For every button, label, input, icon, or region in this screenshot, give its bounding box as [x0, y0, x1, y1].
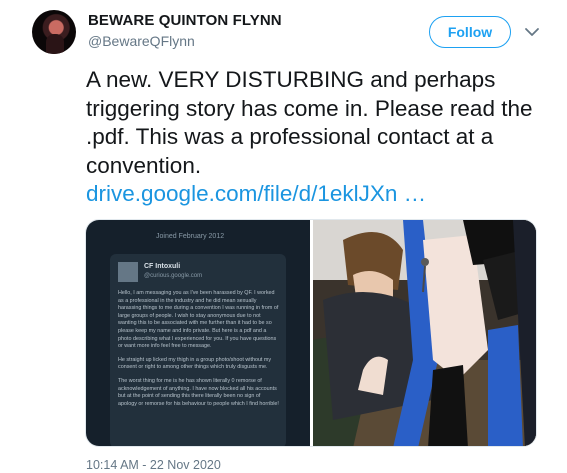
- message-paragraph: He straight up licked my thigh in a grou…: [118, 356, 272, 371]
- avatar[interactable]: [32, 10, 76, 54]
- message-paragraph: Hello, I am messaging you as I've been h…: [118, 290, 279, 350]
- message-sender: CF Intoxuli @curious.google.com: [118, 262, 278, 284]
- photo-image[interactable]: [313, 220, 536, 446]
- drive-link[interactable]: drive.google.com/file/d/1eklJXn …: [86, 180, 556, 209]
- screenshot-image[interactable]: Joined February 2012 CF Intoxuli @curiou…: [86, 220, 310, 446]
- chevron-down-icon[interactable]: [522, 22, 542, 42]
- sender-avatar: [118, 262, 138, 282]
- sender-handle: @curious.google.com: [144, 273, 203, 279]
- sender-name: CF Intoxuli: [144, 263, 181, 270]
- photo-illustration: [313, 220, 536, 446]
- follow-button[interactable]: Follow: [429, 16, 511, 48]
- message-body: Hello, I am messaging you as I've been h…: [118, 290, 280, 414]
- message-paragraph: The worst thing for me is he has shown l…: [118, 377, 279, 407]
- message-card: CF Intoxuli @curious.google.com Hello, I…: [110, 254, 286, 446]
- user-handle[interactable]: @BewareQFlynn: [88, 33, 195, 49]
- timestamp[interactable]: 10:14 AM - 22 Nov 2020: [86, 458, 221, 472]
- tweet-body: A new. VERY DISTURBING and perhaps trigg…: [86, 67, 533, 178]
- display-name[interactable]: BEWARE QUINTON FLYNN: [88, 12, 282, 29]
- media-grid[interactable]: Joined February 2012 CF Intoxuli @curiou…: [85, 219, 537, 447]
- tweet-header: BEWARE QUINTON FLYNN @BewareQFlynn Follo…: [32, 10, 562, 56]
- tweet-text: A new. VERY DISTURBING and perhaps trigg…: [86, 66, 556, 209]
- joined-date: Joined February 2012: [156, 233, 225, 240]
